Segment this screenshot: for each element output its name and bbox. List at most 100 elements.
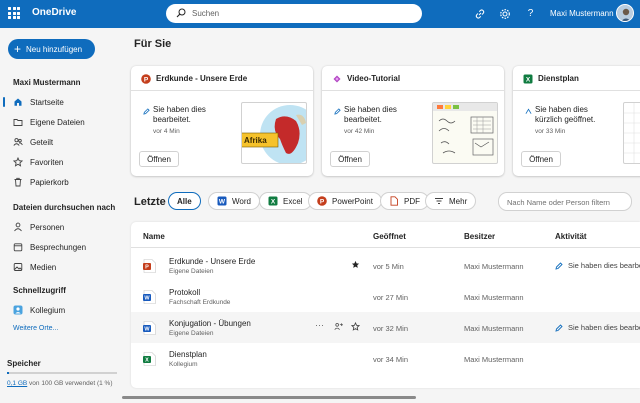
chip-label: PDF xyxy=(404,196,420,206)
storage-bar-fill xyxy=(7,372,10,374)
powerpoint-icon: P xyxy=(317,196,327,206)
powerpoint-icon: P xyxy=(141,74,151,84)
file-name[interactable]: Konjugation - Übungen xyxy=(169,319,251,328)
open-button[interactable]: Öffnen xyxy=(330,151,370,167)
for-you-card-dienstplan[interactable]: X Dienstplan Sie haben dies kürzlich geö… xyxy=(513,66,640,176)
header-user-name[interactable]: Maxi Mustermann xyxy=(550,9,614,18)
file-name[interactable]: Dienstplan xyxy=(169,350,207,359)
table-row[interactable]: W Konjugation - Übungen Eigene Dateien ·… xyxy=(131,312,640,343)
sidebar-quick-access-heading: Schnellzugriff xyxy=(13,286,66,295)
add-new-button[interactable]: + Neu hinzufügen xyxy=(8,39,95,59)
name-filter-input[interactable] xyxy=(507,196,625,208)
for-you-title: Für Sie xyxy=(134,38,172,50)
clipchamp-icon xyxy=(333,75,341,83)
more-places-link[interactable]: Weitere Orte... xyxy=(13,325,58,332)
column-header-owner[interactable]: Besitzer xyxy=(464,232,495,241)
edit-pencil-icon xyxy=(143,108,150,115)
open-button[interactable]: Öffnen xyxy=(139,151,179,167)
sidebar-item-label: Geteilt xyxy=(30,137,54,147)
storage-text: 0,1 GB von 100 GB verwendet (1 %) xyxy=(7,380,113,387)
file-location: Fachschaft Erdkunde xyxy=(169,299,231,306)
app-title[interactable]: OneDrive xyxy=(32,7,76,18)
open-button[interactable]: Öffnen xyxy=(521,151,561,167)
table-row[interactable]: W Protokoll Fachschaft Erdkunde vor 27 M… xyxy=(131,281,640,312)
sidebar-item-people[interactable]: Personen xyxy=(0,218,122,236)
sidebar-item-label: Besprechungen xyxy=(30,242,87,252)
excel-icon: X xyxy=(143,352,156,366)
plus-icon: + xyxy=(14,42,22,56)
filter-chip-word[interactable]: W Word xyxy=(208,192,260,210)
file-location: Eigene Dateien xyxy=(169,330,214,337)
svg-text:W: W xyxy=(219,199,226,206)
file-opened: vor 32 Min xyxy=(373,324,409,333)
name-filter-box[interactable] xyxy=(498,192,632,211)
sidebar-item-media[interactable]: Medien xyxy=(0,258,122,276)
gear-icon[interactable] xyxy=(498,7,511,20)
sidebar-item-meetings[interactable]: Besprechungen xyxy=(0,238,122,256)
file-activity-text: Sie haben dies bearbeitet xyxy=(568,323,640,332)
sidebar-item-favorites[interactable]: Favoriten xyxy=(0,153,122,171)
for-you-card-erdkunde[interactable]: P Erdkunde - Unsere Erde Sie haben dies … xyxy=(131,66,313,176)
open-eye-icon xyxy=(525,108,532,114)
filter-chip-all[interactable]: Alle xyxy=(168,192,201,210)
calendar-icon xyxy=(13,242,23,252)
excel-icon: X xyxy=(268,196,278,206)
storage-rest: von 100 GB verwendet (1 %) xyxy=(27,380,113,387)
chip-label: Word xyxy=(232,196,251,206)
filter-chip-excel[interactable]: X Excel xyxy=(259,192,312,210)
app-launcher-icon[interactable] xyxy=(8,7,20,19)
sidebar-item-home[interactable]: Startseite xyxy=(0,93,122,111)
filter-icon xyxy=(434,196,444,206)
edit-pencil-icon xyxy=(334,108,341,115)
table-row[interactable]: X Dienstplan Kollegium vor 34 Min Maxi M… xyxy=(131,343,640,374)
help-icon[interactable]: ? xyxy=(524,7,537,20)
group-icon xyxy=(13,305,23,315)
thumbnail-label: Afrika xyxy=(244,136,267,145)
sidebar-item-label: Favoriten xyxy=(30,157,64,167)
card-divider xyxy=(513,90,640,91)
sidebar-browse-heading: Dateien durchsuchen nach xyxy=(13,203,116,212)
filter-chip-pdf[interactable]: PDF xyxy=(380,192,429,210)
edit-pencil-icon xyxy=(555,261,563,270)
horizontal-scrollbar[interactable] xyxy=(122,396,416,399)
storage-used-link[interactable]: 0,1 GB xyxy=(7,380,27,387)
file-name[interactable]: Protokoll xyxy=(169,288,200,297)
word-icon: W xyxy=(143,290,156,304)
sidebar-item-shared[interactable]: Geteilt xyxy=(0,133,122,151)
avatar[interactable] xyxy=(616,4,634,22)
share-icon[interactable] xyxy=(334,322,343,331)
for-you-card-video[interactable]: Video-Tutorial Sie haben dies bearbeitet… xyxy=(322,66,504,176)
chip-label: PowerPoint xyxy=(332,196,373,206)
more-options-icon[interactable]: ··· xyxy=(315,320,324,330)
header-divider xyxy=(131,247,640,248)
card-thumbnail xyxy=(432,102,498,164)
people-icon xyxy=(13,137,23,147)
column-header-name[interactable]: Name xyxy=(143,232,165,241)
link-icon[interactable] xyxy=(473,7,486,20)
trash-icon xyxy=(13,177,23,187)
sidebar-item-recycle-bin[interactable]: Papierkorb xyxy=(0,173,122,191)
file-location: Eigene Dateien xyxy=(169,268,214,275)
file-name[interactable]: Erdkunde - Unsere Erde xyxy=(169,257,255,266)
column-header-opened[interactable]: Geöffnet xyxy=(373,232,406,241)
star-filled-icon[interactable] xyxy=(351,260,360,269)
svg-text:X: X xyxy=(271,199,276,206)
filter-chip-more[interactable]: Mehr xyxy=(425,192,477,210)
storage-bar xyxy=(7,372,117,374)
home-icon xyxy=(13,97,23,107)
star-icon[interactable] xyxy=(351,322,360,331)
table-row[interactable]: P Erdkunde - Unsere Erde Eigene Dateien … xyxy=(131,250,640,281)
filter-chip-powerpoint[interactable]: P PowerPoint xyxy=(308,192,382,210)
search-input[interactable] xyxy=(192,7,412,20)
column-header-activity[interactable]: Aktivität xyxy=(555,232,587,241)
edit-pencil-icon xyxy=(555,323,563,332)
sidebar-item-my-files[interactable]: Eigene Dateien xyxy=(0,113,122,131)
file-activity: Sie haben dies bearbeitet xyxy=(555,323,640,332)
excel-icon: X xyxy=(523,74,533,84)
search-box[interactable] xyxy=(166,4,422,23)
sidebar-item-kollegium[interactable]: Kollegium xyxy=(0,301,122,319)
sidebar-item-label: Papierkorb xyxy=(30,177,69,187)
card-divider xyxy=(131,90,313,91)
svg-text:X: X xyxy=(145,358,149,364)
top-bar: OneDrive ? Maxi Mustermann xyxy=(0,0,640,28)
